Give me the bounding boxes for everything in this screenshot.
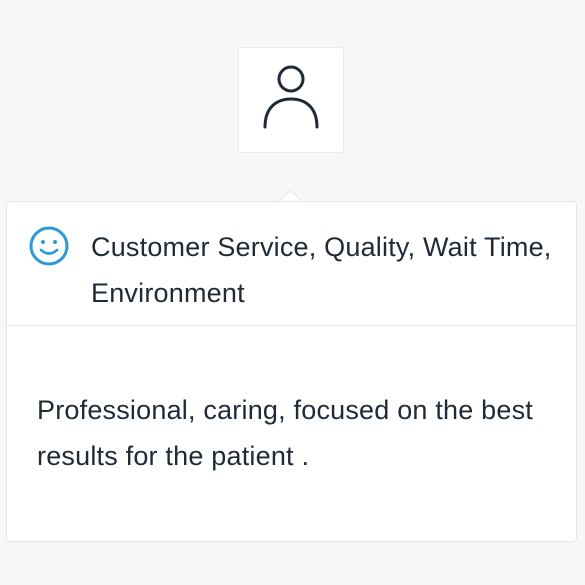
user-icon xyxy=(263,65,319,129)
review-header: Customer Service, Quality, Wait Time, En… xyxy=(7,202,576,326)
smile-icon xyxy=(29,226,69,266)
card-pointer xyxy=(278,188,304,202)
review-card: Customer Service, Quality, Wait Time, En… xyxy=(6,201,577,542)
review-comment: Professional, caring, focused on the bes… xyxy=(37,395,533,471)
review-categories: Customer Service, Quality, Wait Time, En… xyxy=(91,232,552,308)
avatar xyxy=(238,47,344,153)
